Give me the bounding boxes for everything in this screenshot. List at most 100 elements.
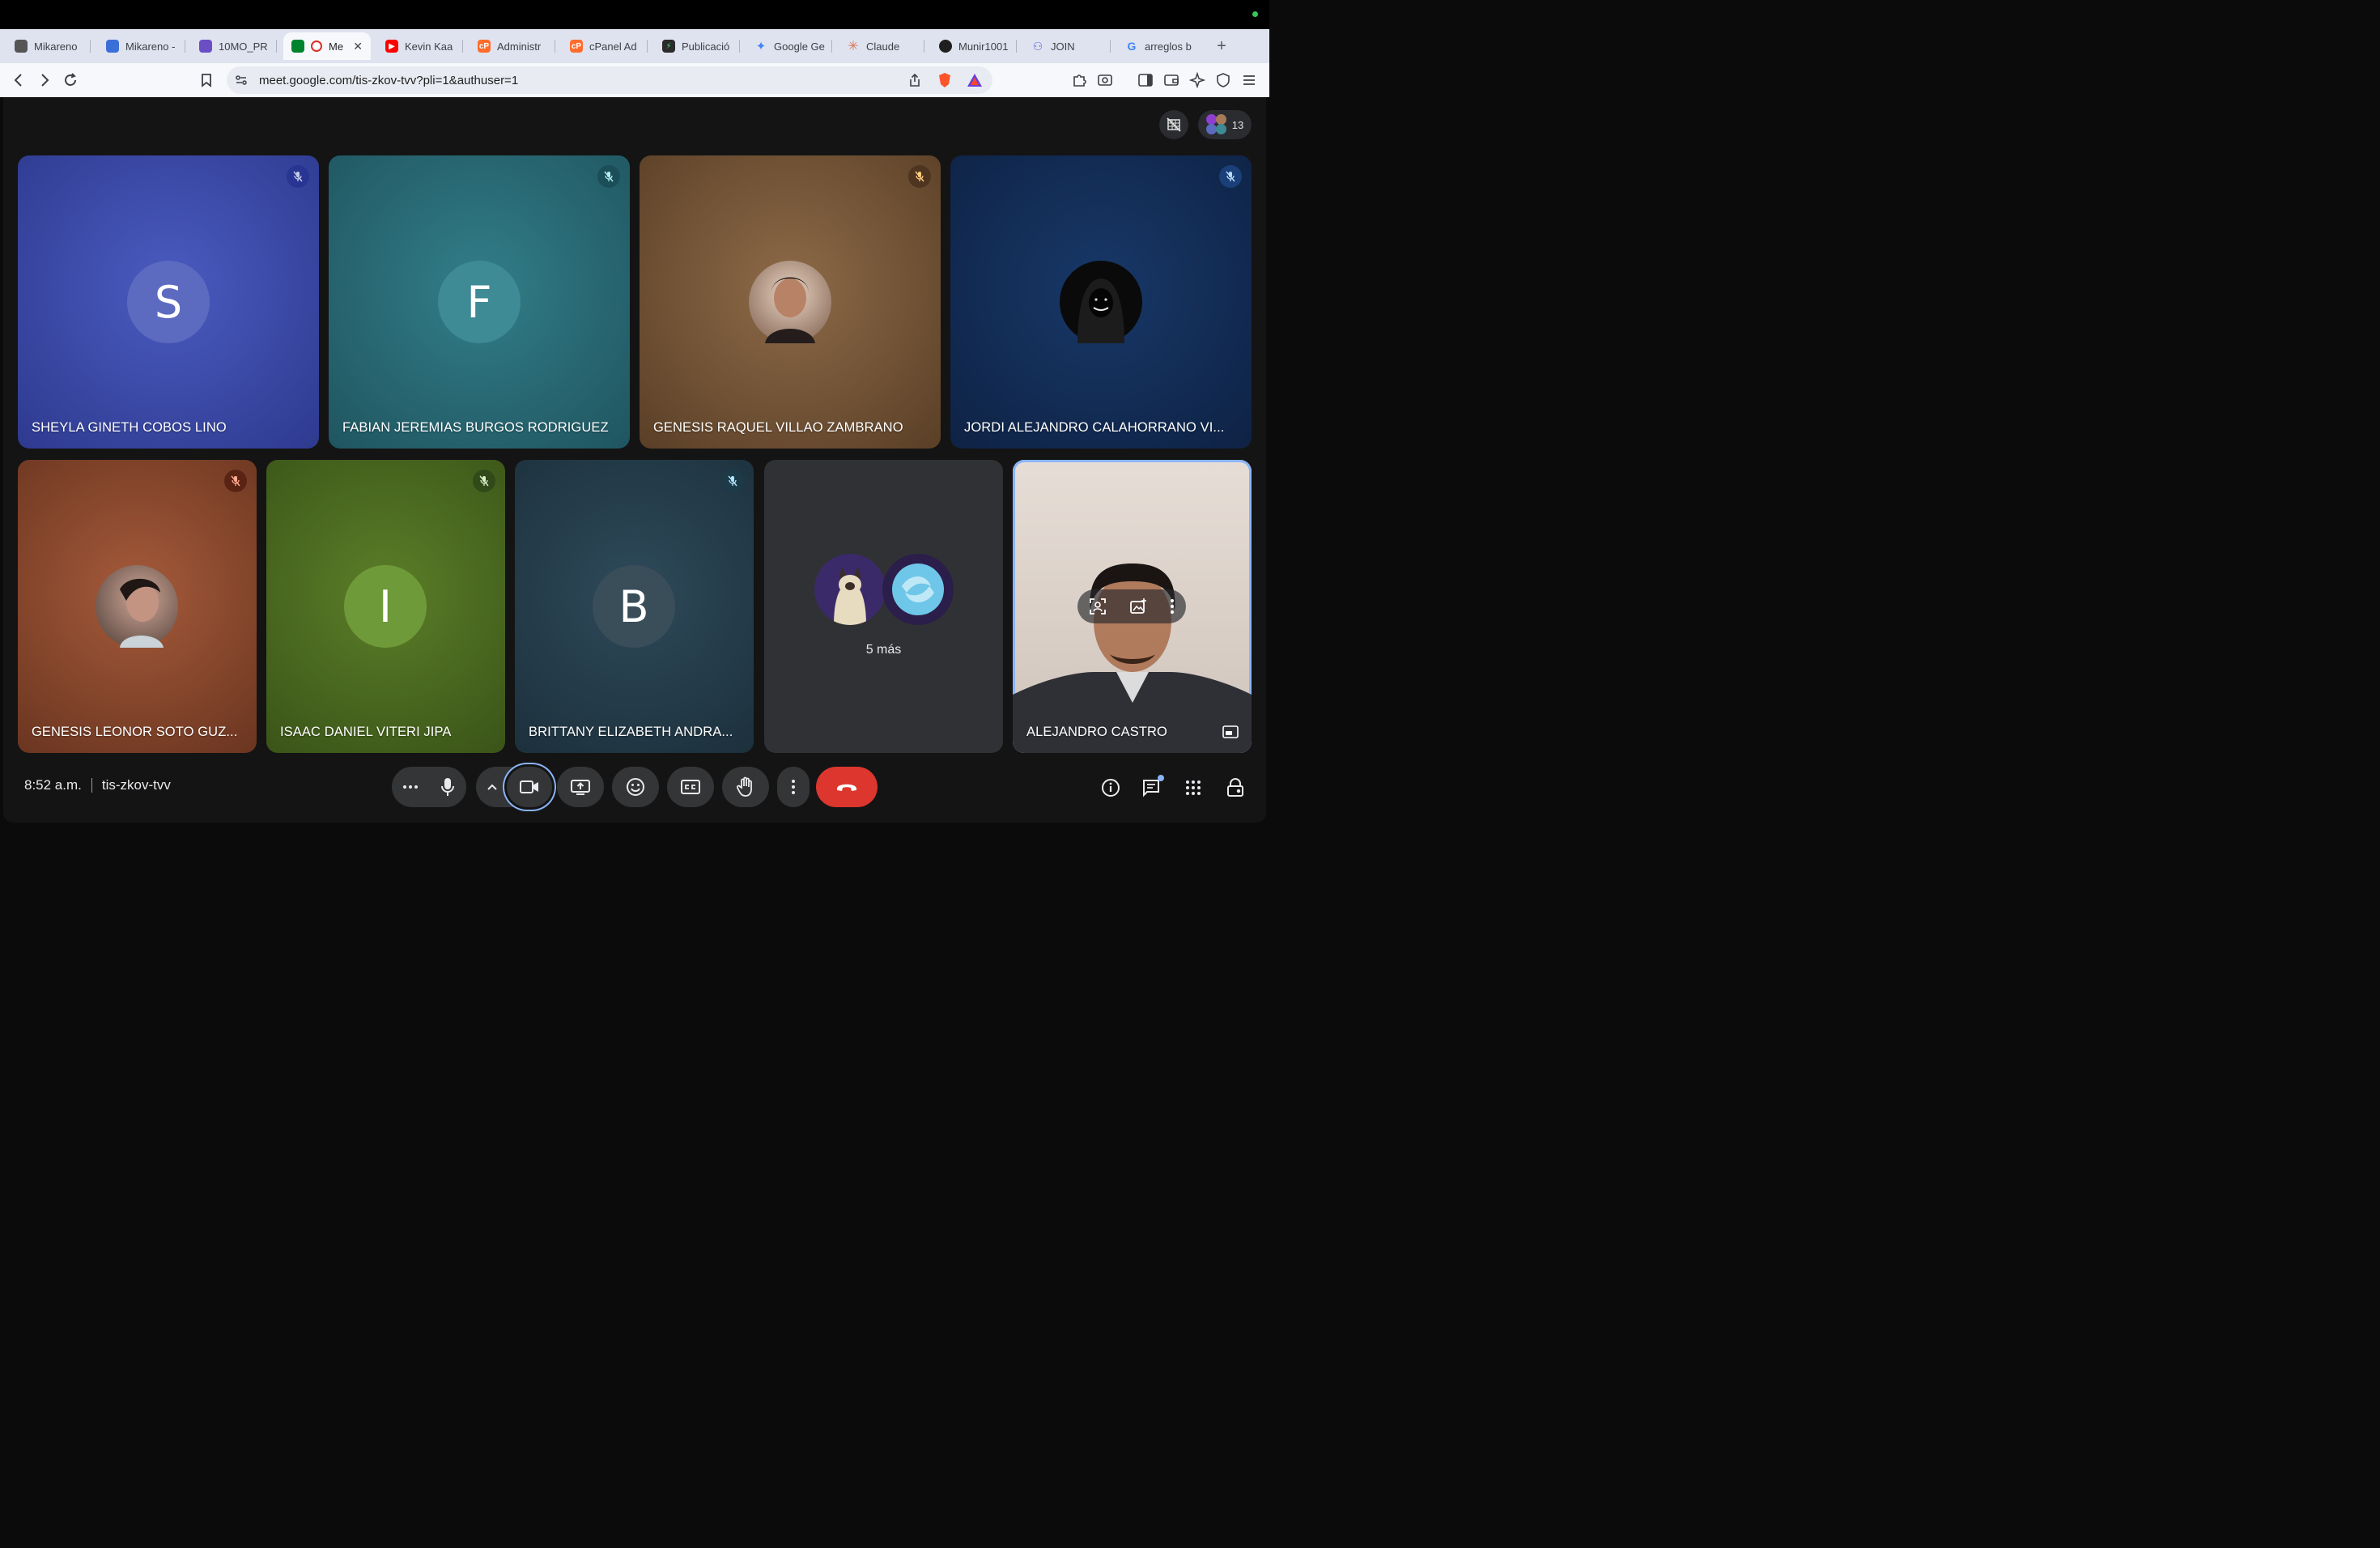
audio-settings-button[interactable]: [392, 767, 429, 807]
mic-off-icon: [721, 470, 744, 492]
chat-button[interactable]: [1138, 775, 1164, 801]
document-icon: [199, 40, 212, 53]
tab-gemini[interactable]: ✦ Google Ge: [746, 32, 832, 60]
tab-label: Claude: [866, 40, 900, 53]
participant-name: ALEJANDRO CASTRO: [1026, 725, 1167, 739]
captions-button[interactable]: [667, 767, 714, 807]
present-screen-button[interactable]: [557, 767, 604, 807]
close-tab-icon[interactable]: ✕: [353, 40, 363, 53]
bookmark-button[interactable]: [196, 70, 217, 91]
profile-photo: [749, 261, 831, 343]
tab-publicacion[interactable]: ⚡ Publicació: [654, 32, 740, 60]
github-icon: [939, 40, 952, 53]
more-vert-icon[interactable]: [1170, 598, 1175, 615]
participant-name: GENESIS RAQUEL VILLAO ZAMBRANO: [653, 420, 903, 435]
sidebar-icon: [1138, 74, 1153, 87]
leo-ai-button[interactable]: [1187, 70, 1208, 91]
tab-label: Google Ge: [774, 40, 825, 53]
meet-icon: [291, 40, 304, 53]
more-vert-icon: [792, 780, 795, 794]
apps-grid-icon: [1186, 780, 1201, 795]
avatar: F: [438, 261, 521, 343]
participant-name: JORDI ALEJANDRO CALAHORRANO VI...: [964, 420, 1225, 435]
cpanel-icon: cP: [570, 40, 583, 53]
share-icon: [910, 73, 920, 87]
participant-tile[interactable]: GENESIS LEONOR SOTO GUZ...: [18, 460, 257, 753]
cpanel-icon: cP: [478, 40, 491, 53]
tab-label: Administr: [497, 40, 542, 53]
microphone-icon: [441, 778, 454, 796]
participant-name: GENESIS LEONOR SOTO GUZ...: [32, 725, 238, 739]
tab-10mo[interactable]: 10MO_PR: [191, 32, 277, 60]
reload-button[interactable]: [60, 70, 81, 91]
present-screen-icon: [571, 780, 590, 795]
status-dot: [1252, 11, 1258, 17]
tab-mikareno-2[interactable]: Mikareno -: [98, 32, 185, 60]
hide-self-view-button[interactable]: [1159, 110, 1188, 139]
extensions-button[interactable]: [1069, 70, 1090, 91]
participant-tile[interactable]: S SHEYLA GINETH COBOS LINO: [18, 155, 319, 449]
wallet-icon: [1164, 74, 1179, 86]
tab-label: arreglos b: [1145, 40, 1192, 53]
tab-label: 10MO_PR: [219, 40, 268, 53]
reactions-button[interactable]: [612, 767, 659, 807]
more-participants-tile[interactable]: 5 más: [764, 460, 1003, 753]
arrow-left-icon: [14, 74, 22, 87]
more-horiz-icon: [403, 785, 418, 789]
tab-strip: Mikareno Mikareno - 10MO_PR Me ✕ ▶ Kevin…: [0, 29, 1269, 63]
wallet-button[interactable]: [1161, 70, 1182, 91]
participant-tile[interactable]: GENESIS RAQUEL VILLAO ZAMBRANO: [640, 155, 941, 449]
camera-button[interactable]: [507, 767, 552, 807]
participant-name: FABIAN JEREMIAS BURGOS RODRIGUEZ: [342, 420, 609, 435]
tab-label: cPanel Ad: [589, 40, 637, 53]
tab-join[interactable]: ⚇ JOIN: [1023, 32, 1111, 60]
globe-icon: [15, 40, 28, 53]
more-options-button[interactable]: [777, 767, 810, 807]
mic-off-icon: [1219, 165, 1242, 188]
participants-button[interactable]: 13: [1198, 110, 1252, 139]
participant-tile[interactable]: JORDI ALEJANDRO CALAHORRANO VI...: [950, 155, 1252, 449]
forward-button[interactable]: [34, 70, 55, 91]
self-view-tile[interactable]: ALEJANDRO CASTRO: [1013, 460, 1252, 753]
tab-github[interactable]: Munir1001: [931, 32, 1017, 60]
tab-meet[interactable]: Me ✕: [283, 32, 371, 60]
tab-label: Me: [329, 40, 344, 53]
microphone-button[interactable]: [429, 767, 466, 807]
tab-youtube[interactable]: ▶ Kevin Kaa: [377, 32, 463, 60]
profile-photo: [96, 565, 178, 648]
visual-effects-icon[interactable]: [1129, 598, 1147, 615]
participant-tile[interactable]: B BRITTANY ELIZABETH ANDRA...: [515, 460, 754, 753]
puzzle-icon: [1073, 74, 1086, 87]
menu-button[interactable]: [1239, 70, 1260, 91]
tab-claude[interactable]: ✳ Claude: [839, 32, 924, 60]
unread-dot: [1158, 775, 1164, 781]
meeting-info: 8:52 a.m. tis-zkov-tvv: [24, 777, 171, 793]
brave-rewards-icon: [967, 74, 982, 87]
tab-mikareno-1[interactable]: Mikareno: [6, 32, 91, 60]
mic-off-icon: [597, 165, 620, 188]
back-button[interactable]: [8, 70, 29, 91]
screenshot-button[interactable]: [1094, 70, 1116, 91]
vpn-button[interactable]: [1213, 70, 1234, 91]
host-controls-button[interactable]: [1222, 775, 1248, 801]
meeting-details-button[interactable]: [1098, 775, 1124, 801]
participant-name: SHEYLA GINETH COBOS LINO: [32, 420, 227, 435]
reframe-icon[interactable]: [1089, 598, 1107, 615]
tab-label: Mikareno: [34, 40, 78, 53]
participant-tile[interactable]: I ISAAC DANIEL VITERI JIPA: [266, 460, 505, 753]
mic-control-group: [392, 767, 466, 807]
activities-button[interactable]: [1180, 775, 1206, 801]
wave-icon: [106, 40, 119, 53]
address-bar[interactable]: meet.google.com/tis-zkov-tvv?pli=1&authu…: [227, 66, 992, 94]
tab-cpanel-admin[interactable]: cP Administr: [470, 32, 555, 60]
pip-icon[interactable]: [1222, 725, 1239, 738]
sidebar-button[interactable]: [1135, 70, 1156, 91]
leave-call-button[interactable]: [816, 767, 878, 807]
participant-tile[interactable]: F FABIAN JEREMIAS BURGOS RODRIGUEZ: [329, 155, 630, 449]
video-settings-button[interactable]: [476, 767, 508, 807]
people-icon: ⚇: [1032, 39, 1043, 53]
raise-hand-button[interactable]: [722, 767, 769, 807]
tab-arreglos[interactable]: G arreglos b: [1117, 32, 1203, 60]
tab-cpanel[interactable]: cP cPanel Ad: [562, 32, 648, 60]
new-tab-button[interactable]: +: [1211, 36, 1232, 57]
